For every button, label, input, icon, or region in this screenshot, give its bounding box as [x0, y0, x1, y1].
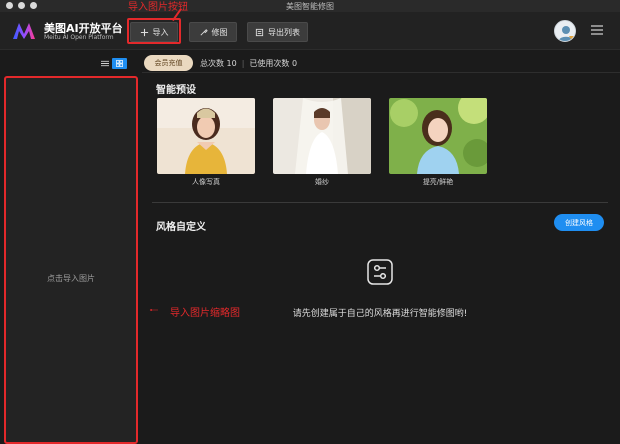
retouch-button[interactable]: 修图 [189, 22, 237, 42]
preset-brighten[interactable]: 提亮/鲜艳 [389, 98, 487, 186]
preset-portrait-thumbnail [157, 98, 255, 174]
view-mode-toggle [97, 58, 127, 69]
grid-view-icon [116, 60, 123, 67]
export-list-button[interactable]: 导出列表 [247, 22, 308, 42]
used-count: 已使用次数 0 [249, 59, 298, 68]
user-avatar-icon [558, 26, 575, 41]
style-settings-icon [367, 259, 393, 285]
meitu-logo-icon [13, 23, 35, 39]
usage-info: 总次数 10 | 已使用次数 0 [200, 58, 297, 69]
window-title-bar: 美图智能修图 [0, 0, 620, 12]
annotation-import-highlight [127, 18, 181, 44]
preset-brighten-label: 提亮/鲜艳 [422, 178, 454, 186]
grid-view-button[interactable] [112, 58, 127, 69]
vip-recharge-button[interactable]: 会员充值 [144, 55, 193, 71]
retouch-button-label: 修图 [211, 27, 228, 37]
usage-separator: | [241, 59, 245, 68]
import-placeholder-text[interactable]: 点击导入图片 [6, 273, 136, 284]
hamburger-menu-icon[interactable] [590, 24, 604, 36]
export-list-label: 导出列表 [268, 27, 300, 37]
sidebar-header [0, 51, 140, 73]
preset-wedding-label: 婚纱 [315, 178, 329, 186]
custom-styles-empty-text: 请先创建属于自己的风格再进行智能修图哟! [292, 309, 468, 319]
section-divider [152, 202, 608, 203]
total-count: 总次数 10 [200, 59, 237, 68]
export-list-icon [255, 28, 264, 36]
account-bar: 会员充值 总次数 10 | 已使用次数 0 [142, 51, 620, 73]
top-toolbar: 美图AI开放平台 Meitu AI Open Platform 导入 修图 导出… [0, 12, 620, 50]
user-avatar[interactable] [554, 20, 576, 42]
presets-title: 智能预设 [156, 85, 196, 96]
window-title: 美图智能修图 [286, 2, 334, 11]
create-style-button[interactable]: 创建风格 [554, 214, 604, 231]
preset-wedding[interactable]: 婚纱 [273, 98, 371, 186]
preset-portrait[interactable]: 人像写真 [157, 98, 255, 186]
preset-wedding-thumbnail [273, 98, 371, 174]
list-view-button[interactable] [97, 58, 112, 69]
annotation-arrow-icon [149, 309, 158, 311]
annotation-thumbnail-panel: 导入图片缩略图 [170, 308, 240, 319]
list-view-icon [100, 60, 109, 67]
brand-subtitle: Meitu AI Open Platform [44, 34, 114, 41]
thumbnail-panel[interactable]: 点击导入图片 [4, 76, 138, 444]
custom-styles-title: 风格自定义 [156, 222, 206, 233]
brush-icon [199, 28, 208, 36]
preset-portrait-label: 人像写真 [192, 178, 220, 186]
preset-brighten-thumbnail [389, 98, 487, 174]
